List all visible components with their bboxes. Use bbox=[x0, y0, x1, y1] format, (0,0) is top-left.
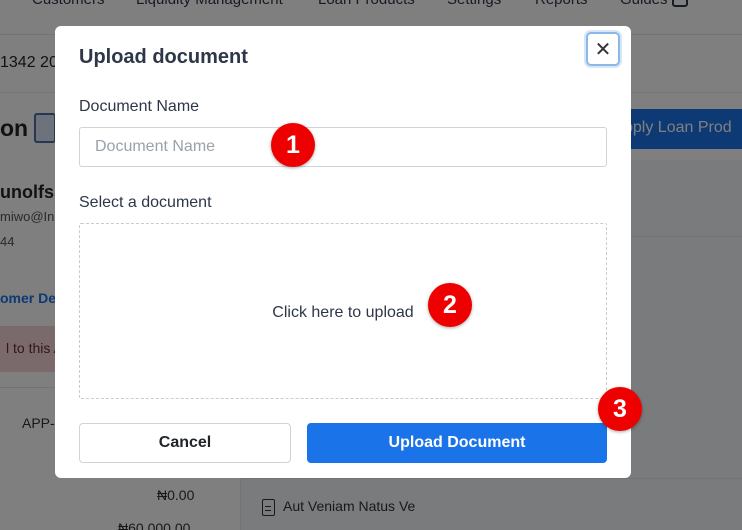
modal-title: Upload document bbox=[79, 46, 248, 68]
close-button[interactable]: ✕ bbox=[586, 32, 620, 66]
step-marker-3: 3 bbox=[598, 387, 642, 431]
document-name-label: Document Name bbox=[79, 98, 200, 115]
file-drop-zone[interactable]: Click here to upload bbox=[79, 223, 607, 399]
upload-prompt: Click here to upload bbox=[272, 303, 414, 321]
upload-document-modal: Upload document ✕ Document Name Select a… bbox=[55, 26, 631, 478]
cancel-button[interactable]: Cancel bbox=[79, 423, 291, 463]
step-marker-1: 1 bbox=[271, 123, 315, 167]
select-document-label: Select a document bbox=[79, 194, 212, 211]
close-icon: ✕ bbox=[594, 38, 612, 61]
upload-document-button[interactable]: Upload Document bbox=[307, 423, 607, 463]
step-marker-2: 2 bbox=[428, 283, 472, 327]
document-name-input[interactable] bbox=[79, 127, 607, 167]
